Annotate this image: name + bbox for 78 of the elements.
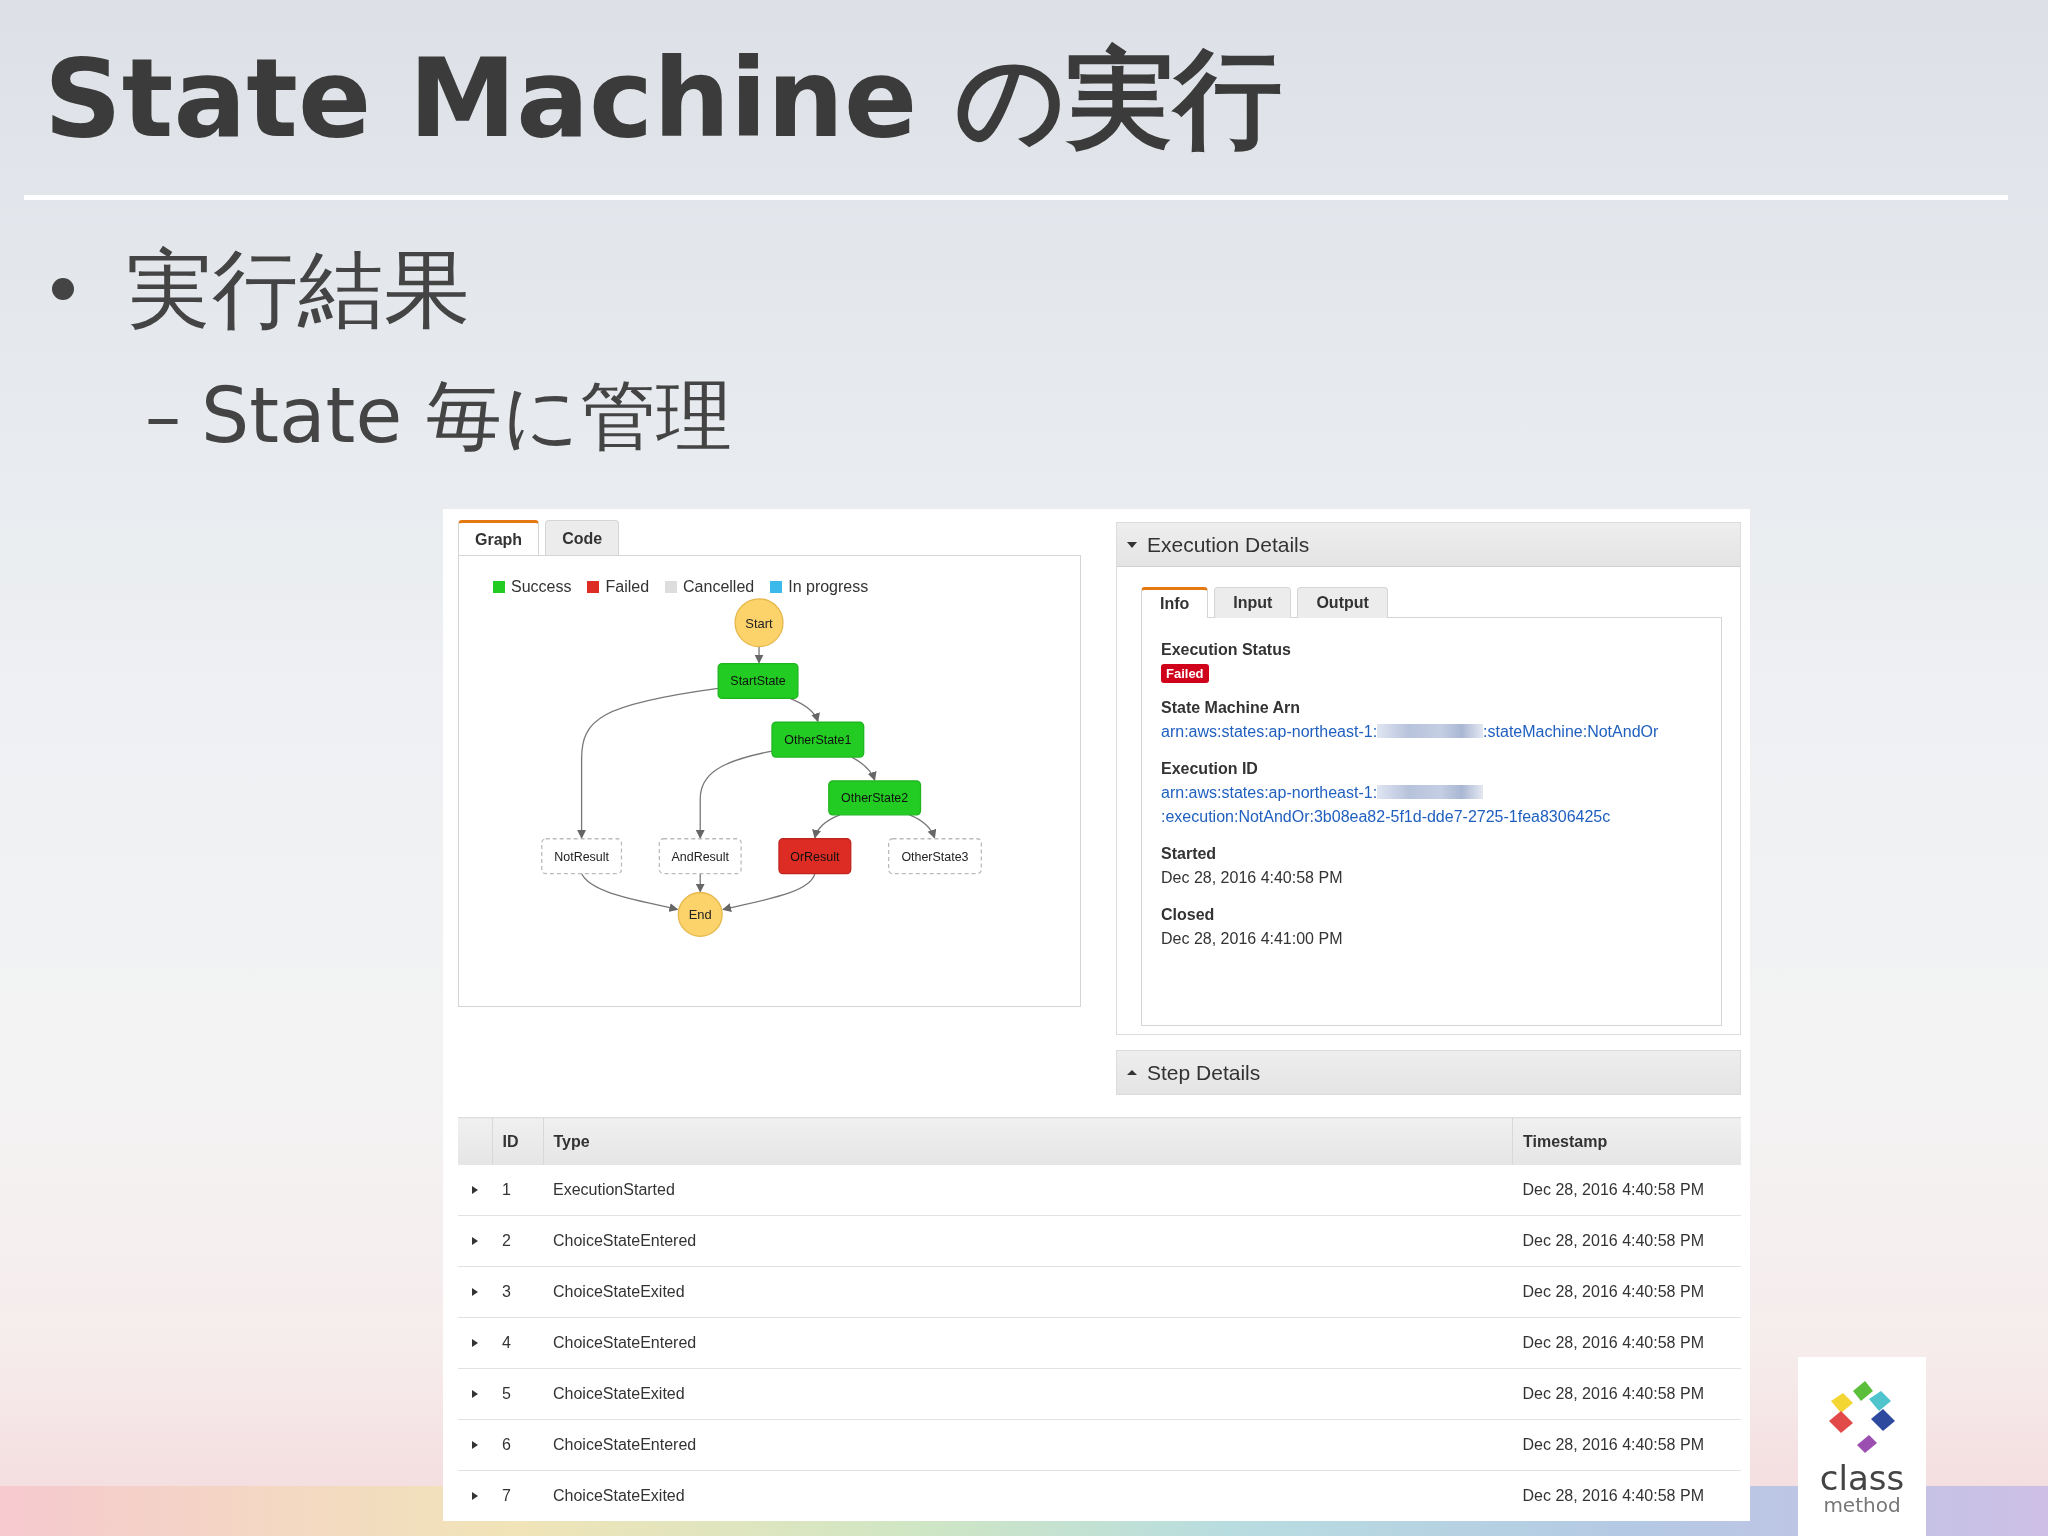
- expand-icon[interactable]: [471, 1389, 479, 1400]
- table-cell: 2: [492, 1215, 543, 1267]
- connector-arrow: [789, 697, 820, 723]
- connector-arrow: [908, 814, 936, 839]
- expand-icon[interactable]: [471, 1440, 479, 1451]
- arn-link[interactable]: arn:aws:states:ap-northeast-1: :stateMachine:NotAndOr: [1161, 720, 1659, 745]
- sub-bullet-text: State 毎に管理: [201, 370, 733, 462]
- panel-header[interactable]: Execution Details: [1117, 523, 1740, 568]
- state-node[interactable]: NotResult: [541, 838, 623, 875]
- expand-icon[interactable]: [471, 1338, 479, 1349]
- view-tab[interactable]: Code: [545, 520, 620, 557]
- column-header: ID: [492, 1117, 543, 1166]
- state-node[interactable]: OtherState3: [887, 838, 982, 875]
- connector-arrow: [695, 873, 705, 893]
- legend-label: In progress: [788, 578, 869, 597]
- slide-title: State Machine の実行: [44, 40, 1282, 159]
- column-header: Timestamp: [1512, 1117, 1741, 1166]
- caret-icon[interactable]: [1127, 539, 1137, 550]
- connector-arrow: [851, 756, 877, 782]
- field-value: Dec 28, 2016 4:41:00 PM: [1161, 929, 1343, 950]
- panel-header[interactable]: Step Details: [1117, 1051, 1740, 1095]
- table-cell: 1: [492, 1165, 543, 1216]
- table-cell: ChoiceStateEntered: [543, 1215, 1513, 1267]
- table-cell: 3: [492, 1266, 543, 1318]
- column-header: Type: [543, 1117, 1513, 1166]
- connector-arrow: [812, 814, 841, 839]
- table-cell: Dec 28, 2016 4:40:58 PM: [1512, 1368, 1741, 1420]
- state-node[interactable]: OtherState1: [771, 721, 865, 758]
- field-label: Started: [1161, 844, 1217, 865]
- arn-link[interactable]: arn:aws:states:ap-northeast-1: :execution:NotAndOr:3b08ea82-5f1d-dde7-2725-1fea8306425c: [1161, 781, 1661, 830]
- table-cell: 7: [492, 1470, 543, 1522]
- table-cell: Dec 28, 2016 4:40:58 PM: [1512, 1165, 1741, 1216]
- detail-tab[interactable]: Input: [1214, 587, 1292, 619]
- logo-text: method: [1823, 1495, 1901, 1515]
- detail-tab[interactable]: Info: [1141, 587, 1209, 619]
- bullet-text: 実行結果: [126, 237, 470, 341]
- table-cell: 6: [492, 1419, 543, 1471]
- legend-label: Cancelled: [683, 578, 755, 597]
- connector-arrow: [754, 646, 764, 664]
- legend-label: Success: [511, 578, 572, 597]
- field-label: State Machine Arn: [1161, 698, 1300, 719]
- legend-label: Failed: [605, 578, 650, 597]
- table-cell: ChoiceStateExited: [543, 1470, 1513, 1522]
- state-node[interactable]: OrResult: [778, 838, 852, 875]
- panel-title: Execution Details: [1147, 532, 1310, 557]
- table-cell: ChoiceStateExited: [543, 1368, 1513, 1420]
- terminal-node[interactable]: End: [677, 892, 723, 938]
- table-cell: ChoiceStateExited: [543, 1266, 1513, 1318]
- caret-icon[interactable]: [1127, 1067, 1137, 1078]
- terminal-node[interactable]: Start: [734, 598, 784, 648]
- expand-icon[interactable]: [471, 1491, 479, 1502]
- table-cell: 5: [492, 1368, 543, 1420]
- table-cell: 4: [492, 1317, 543, 1369]
- table-cell: Dec 28, 2016 4:40:58 PM: [1512, 1470, 1741, 1522]
- table-cell: Dec 28, 2016 4:40:58 PM: [1512, 1215, 1741, 1267]
- state-node[interactable]: AndResult: [658, 838, 742, 875]
- detail-tab[interactable]: Output: [1297, 587, 1388, 619]
- panel-title: Step Details: [1147, 1060, 1261, 1085]
- table-cell: ChoiceStateEntered: [543, 1317, 1513, 1369]
- expand-icon[interactable]: [471, 1185, 479, 1196]
- table-cell: ChoiceStateEntered: [543, 1419, 1513, 1471]
- dash-marker: –: [145, 373, 181, 458]
- field-label: Closed: [1161, 905, 1215, 926]
- expand-icon[interactable]: [471, 1236, 479, 1247]
- table-cell: Dec 28, 2016 4:40:58 PM: [1512, 1317, 1741, 1369]
- state-node[interactable]: OtherState2: [828, 780, 922, 816]
- table-cell: Dec 28, 2016 4:40:58 PM: [1512, 1266, 1741, 1318]
- field-label: Execution ID: [1161, 759, 1258, 780]
- view-tab[interactable]: Graph: [458, 520, 540, 557]
- table-cell: ExecutionStarted: [543, 1165, 1513, 1216]
- table-cell: Dec 28, 2016 4:40:58 PM: [1512, 1419, 1741, 1471]
- field-label: Execution Status: [1161, 640, 1291, 661]
- bullet-icon: [52, 278, 74, 301]
- logo-text: class: [1819, 1461, 1905, 1495]
- expand-icon[interactable]: [471, 1287, 479, 1298]
- status-badge: Failed: [1161, 664, 1209, 684]
- state-node[interactable]: StartState: [717, 663, 799, 700]
- field-value: Dec 28, 2016 4:40:58 PM: [1161, 868, 1343, 889]
